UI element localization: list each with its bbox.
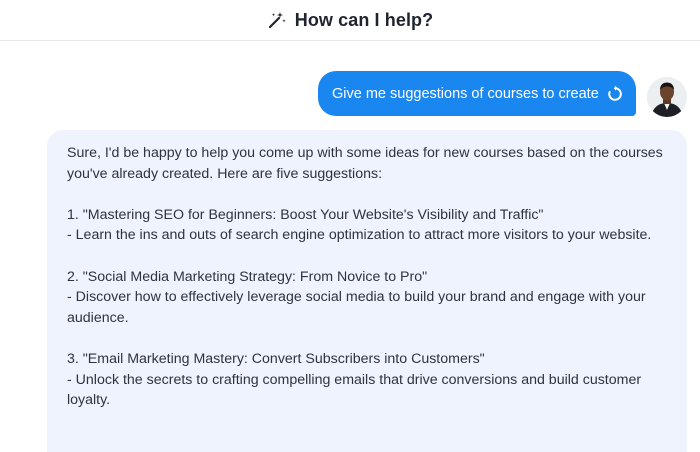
assistant-message-bubble: Sure, I'd be happy to help you come up w… [47, 130, 687, 452]
chat-header: How can I help? [0, 0, 700, 41]
regenerate-icon[interactable] [604, 83, 626, 105]
suggestion-description: - Learn the ins and outs of search engin… [67, 227, 652, 244]
suggestion-title: 2. "Social Media Marketing Strategy: Fro… [67, 268, 428, 285]
assistant-intro: Sure, I'd be happy to help you come up w… [67, 145, 663, 182]
avatar [647, 77, 687, 117]
suggestion-description: - Discover how to effectively leverage s… [67, 289, 646, 326]
chat-page: How can I help? Give me suggestions of c… [0, 0, 700, 452]
page-title: How can I help? [294, 9, 434, 30]
user-message-text: Give me suggestions of courses to create [332, 85, 599, 102]
user-message-bubble: Give me suggestions of courses to create [318, 71, 636, 116]
suggestion-title: 3. "Email Marketing Mastery: Convert Sub… [67, 350, 485, 367]
suggestion-description: - Unlock the secrets to crafting compell… [67, 371, 642, 409]
magic-wand-icon [267, 10, 287, 30]
suggestion-title: 1. "Mastering SEO for Beginners: Boost Y… [67, 206, 544, 223]
